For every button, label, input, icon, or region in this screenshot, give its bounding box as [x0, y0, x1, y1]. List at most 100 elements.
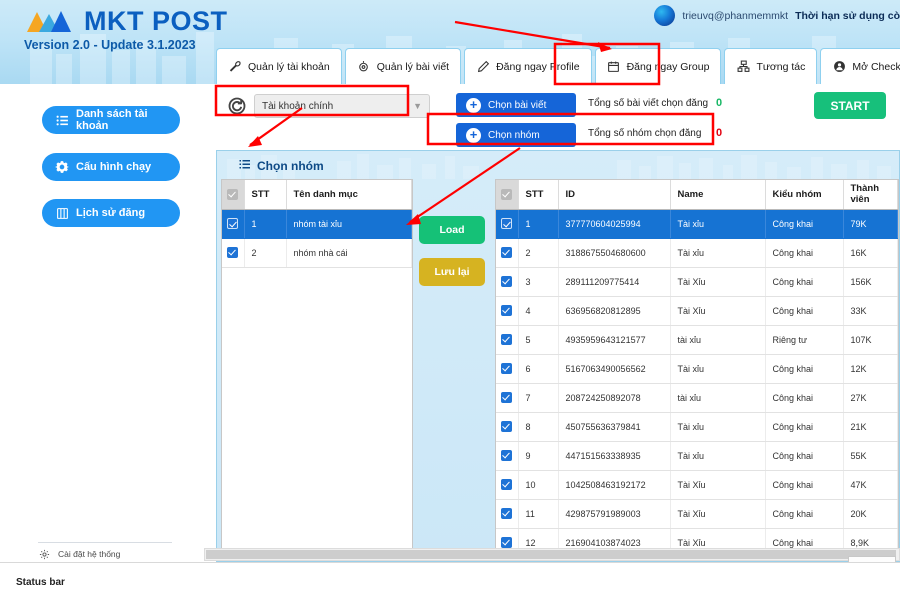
horizontal-scrollbar[interactable]	[204, 548, 900, 561]
cell-name: Tài Xỉu	[670, 499, 766, 529]
cell-thanh-vien: 33K	[843, 296, 898, 326]
choose-post-button[interactable]: + Chọn bài viết	[456, 93, 576, 117]
account-area: trieuvq@phanmemmkt Thời hạn sử dụng cò	[654, 5, 900, 26]
cell-id: 5167063490056562	[558, 354, 671, 384]
list-icon	[55, 113, 69, 127]
table-row[interactable]: 3 289111209775414 Tài Xỉu Công khai 156K	[496, 267, 898, 297]
account-select-value: Tài khoản chính	[262, 100, 334, 112]
row-checkbox[interactable]	[227, 218, 239, 230]
row-checkbox-cell[interactable]	[222, 238, 245, 268]
row-checkbox-cell[interactable]	[496, 441, 519, 471]
sidebar-item-lich-su-dang[interactable]: Lịch sử đăng	[42, 199, 180, 227]
row-checkbox[interactable]	[227, 247, 239, 259]
tab-label: Đăng ngay Group	[626, 60, 710, 73]
row-checkbox-cell[interactable]	[496, 354, 519, 384]
start-button[interactable]: START	[814, 92, 886, 119]
wrench-icon	[228, 60, 242, 74]
row-checkbox[interactable]	[501, 334, 513, 346]
col-kieu-nhom: Kiểu nhóm	[765, 180, 844, 210]
cell-name: Tài xỉu	[670, 238, 766, 268]
tab-label: Đăng ngay Profile	[496, 60, 580, 73]
tab-mo-checkpoint[interactable]: Mở Checkpoint	[820, 48, 900, 84]
cell-thanh-vien: 27K	[843, 383, 898, 413]
status-bar: Status bar	[0, 562, 900, 600]
row-checkbox[interactable]	[501, 276, 513, 288]
tab-dang-ngay-profile[interactable]: Đăng ngay Profile	[464, 48, 592, 84]
cell-id: 429875791989003	[558, 499, 671, 529]
select-all-checkbox[interactable]	[227, 188, 239, 200]
row-checkbox-cell[interactable]	[496, 499, 519, 529]
table-row[interactable]: 8 450755636379841 Tài xỉu Công khai 21K	[496, 412, 898, 442]
sidebar-item-danh-sach-tai-khoan[interactable]: Danh sách tài khoản	[42, 106, 180, 134]
row-checkbox[interactable]	[501, 392, 513, 404]
tab-quan-ly-tai-khoan[interactable]: Quản lý tài khoản	[216, 48, 342, 84]
row-checkbox-cell[interactable]	[496, 412, 519, 442]
row-checkbox-cell[interactable]	[496, 325, 519, 355]
cell-thanh-vien: 12K	[843, 354, 898, 384]
account-email: trieuvq@phanmemmkt	[682, 9, 789, 22]
table-row[interactable]: 11 429875791989003 Tài Xỉu Công khai 20K	[496, 499, 898, 529]
row-checkbox-cell[interactable]	[496, 470, 519, 500]
table-row[interactable]: 1 377770604025994 Tài xỉu Công khai 79K	[496, 209, 898, 239]
gear-icon	[38, 548, 50, 560]
cell-ten-danh-muc: nhóm tài xỉu	[286, 209, 412, 239]
row-checkbox[interactable]	[501, 305, 513, 317]
action-toolbar: Tài khoản chính ▼ + Chọn bài viết Tổng s…	[216, 86, 900, 148]
select-all-header[interactable]	[496, 180, 519, 210]
cell-stt: 1	[518, 209, 559, 239]
cell-kieu-nhom: Công khai	[765, 296, 844, 326]
scrollbar-thumb[interactable]	[206, 550, 896, 559]
group-table[interactable]: STT ID Name Kiểu nhóm Thành viên 1 377770…	[495, 179, 899, 554]
panel-title-text: Chọn nhóm	[257, 158, 324, 173]
app-logo: MKT POST	[24, 6, 228, 36]
choose-group-label: Chọn nhóm	[488, 129, 540, 141]
row-checkbox[interactable]	[501, 363, 513, 375]
table-row[interactable]: 2 nhóm nhà cái	[222, 238, 412, 268]
row-checkbox[interactable]	[501, 247, 513, 259]
select-all-checkbox[interactable]	[501, 188, 513, 200]
row-checkbox[interactable]	[501, 479, 513, 491]
table-row[interactable]: 5 4935959643121577 tài xỉu Riêng tư 107K	[496, 325, 898, 355]
save-button[interactable]: Lưu lại	[419, 258, 485, 286]
row-checkbox[interactable]	[501, 218, 513, 230]
row-checkbox[interactable]	[501, 508, 513, 520]
tab-label: Quản lý tài khoản	[248, 60, 330, 73]
tab-quan-ly-bai-viet[interactable]: Quản lý bài viết	[344, 48, 462, 84]
row-checkbox-cell[interactable]	[496, 383, 519, 413]
cell-stt: 9	[518, 441, 559, 471]
cell-thanh-vien: 79K	[843, 209, 898, 239]
table-row[interactable]: 7 208724250892078 tài xỉu Công khai 27K	[496, 383, 898, 413]
row-checkbox[interactable]	[501, 537, 513, 549]
table-row[interactable]: 1 nhóm tài xỉu	[222, 209, 412, 239]
category-table[interactable]: STT Tên danh mục 1 nhóm tài xỉu 2 nhóm nhà …	[221, 179, 413, 554]
col-stt: STT	[244, 180, 287, 210]
row-checkbox-cell[interactable]	[496, 267, 519, 297]
table-row[interactable]: 2 3188675504680600 Tài xỉu Công khai 16K	[496, 238, 898, 268]
table-row[interactable]: 9 447151563338935 Tài xỉu Công khai 55K	[496, 441, 898, 471]
refresh-icon[interactable]	[226, 95, 248, 117]
tab-dang-ngay-group[interactable]: Đăng ngay Group	[594, 48, 722, 84]
col-id: ID	[558, 180, 671, 210]
row-checkbox-cell[interactable]	[496, 238, 519, 268]
row-checkbox-cell[interactable]	[222, 209, 245, 239]
row-checkbox-cell[interactable]	[496, 296, 519, 326]
sidebar-item-cau-hinh-chay[interactable]: Cấu hình chạy	[42, 153, 180, 181]
table-row[interactable]: 4 636956820812895 Tài Xỉu Công khai 33K	[496, 296, 898, 326]
select-all-header[interactable]	[222, 180, 245, 210]
cell-id: 4935959643121577	[558, 325, 671, 355]
sidebar: Danh sách tài khoản Cấu hình chạy Lịch s…	[0, 84, 214, 600]
tab-tuong-tac[interactable]: Tương tác	[724, 48, 818, 84]
row-checkbox[interactable]	[501, 450, 513, 462]
avatar[interactable]	[654, 5, 676, 26]
row-checkbox[interactable]	[501, 421, 513, 433]
tab-label: Quản lý bài viết	[376, 60, 450, 73]
table-header-row: STT ID Name Kiểu nhóm Thành viên	[496, 180, 898, 210]
choose-group-button[interactable]: + Chọn nhóm	[456, 123, 576, 147]
row-checkbox-cell[interactable]	[496, 209, 519, 239]
cell-id: 377770604025994	[558, 209, 671, 239]
account-select[interactable]: Tài khoản chính ▼	[254, 94, 430, 118]
cell-kieu-nhom: Công khai	[765, 209, 844, 239]
table-row[interactable]: 6 5167063490056562 Tài xỉu Công khai 12K	[496, 354, 898, 384]
table-row[interactable]: 10 1042508463192172 Tài Xỉu Công khai 47K	[496, 470, 898, 500]
load-button[interactable]: Load	[419, 216, 485, 244]
